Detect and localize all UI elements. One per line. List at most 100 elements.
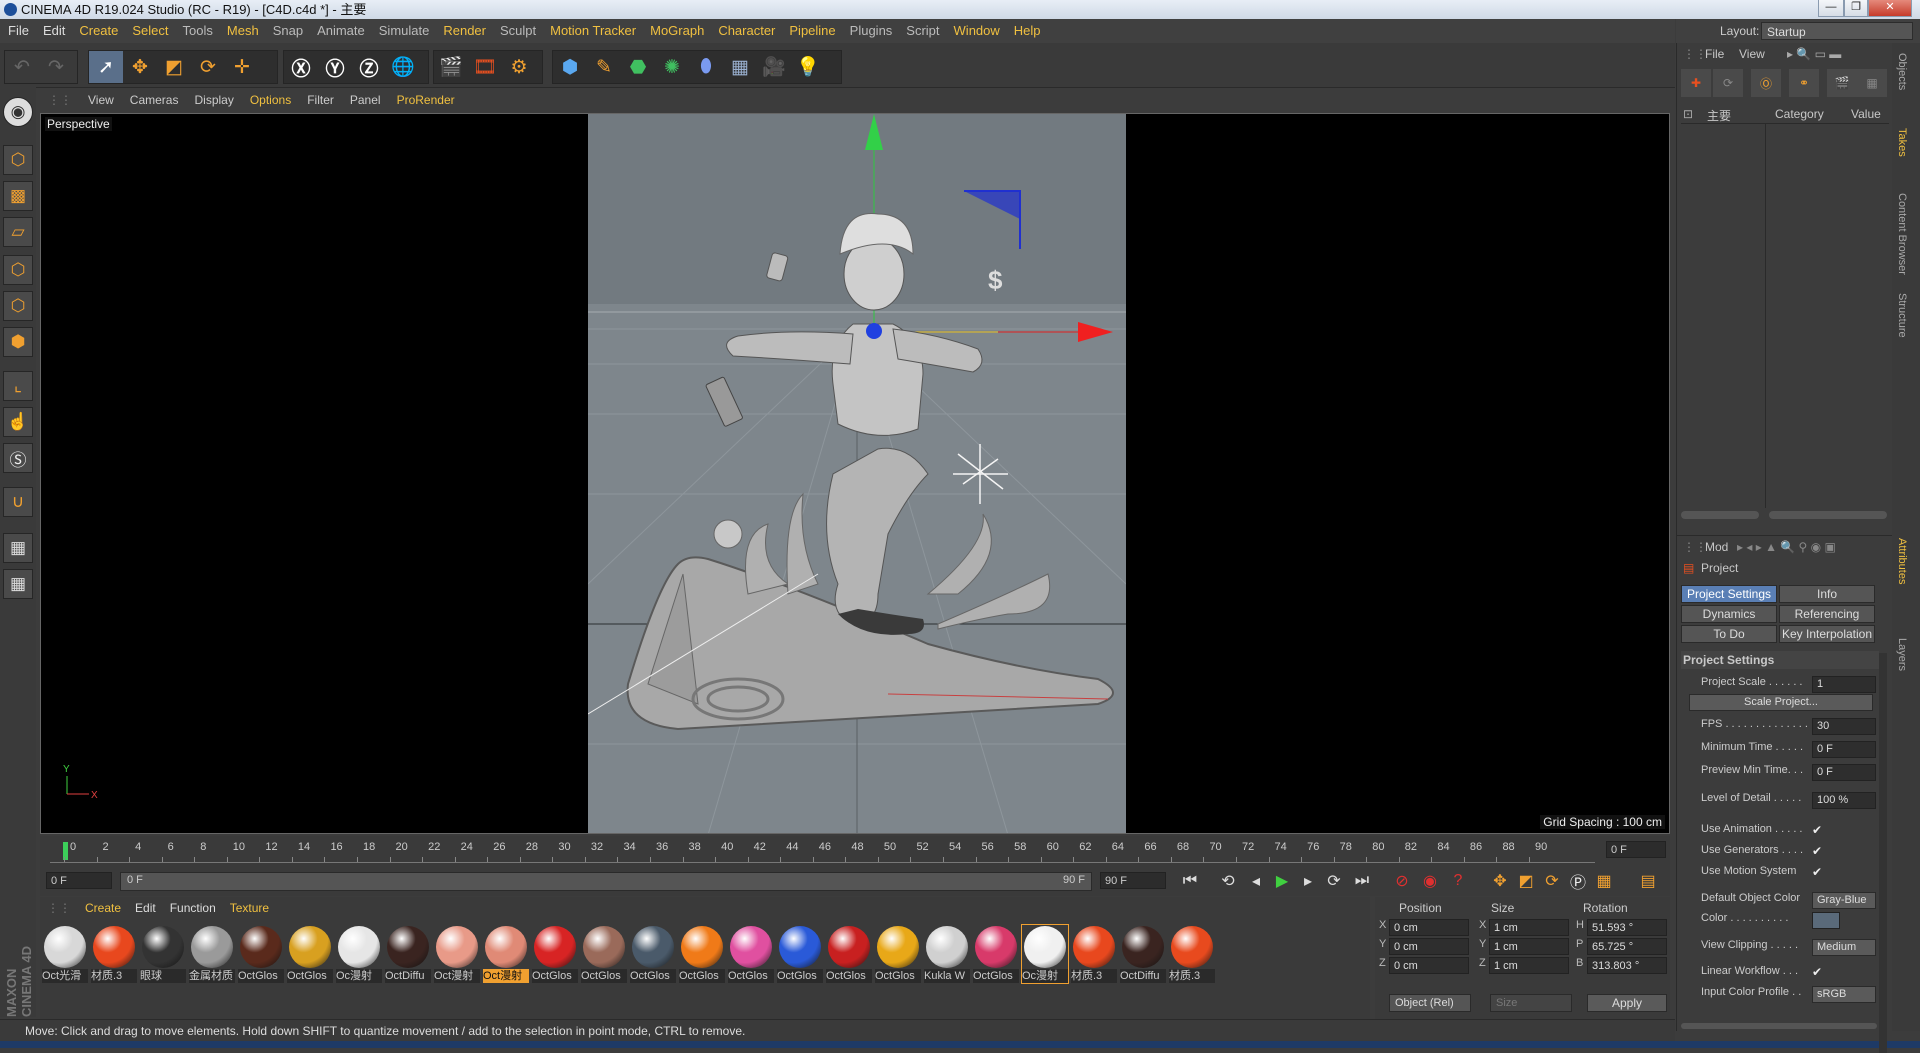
- attribute-checkbox[interactable]: ✔: [1812, 865, 1822, 879]
- material-swatch[interactable]: OctGlos: [973, 925, 1019, 983]
- menu-plugins[interactable]: Plugins: [843, 19, 900, 43]
- texture-mode-icon[interactable]: ▩: [3, 181, 33, 211]
- play-icon[interactable]: ▶: [1270, 869, 1294, 893]
- menu-character[interactable]: Character: [711, 19, 782, 43]
- deformer-icon[interactable]: ⬮: [689, 51, 723, 83]
- render-take-icon[interactable]: 🎬: [1827, 69, 1857, 97]
- auto-take-icon[interactable]: Ⓞ: [1751, 69, 1781, 97]
- next-key-icon[interactable]: ⟳: [1322, 869, 1346, 893]
- solo-icon[interactable]: Ⓢ: [3, 443, 33, 473]
- viewport-menu-display[interactable]: Display: [186, 89, 241, 111]
- previous-key-icon[interactable]: ⟲: [1216, 869, 1240, 893]
- viewport-menu-cameras[interactable]: Cameras: [122, 89, 187, 111]
- material-swatch[interactable]: OctGlos: [679, 925, 725, 983]
- material-swatch[interactable]: OctGlos: [581, 925, 627, 983]
- take-override-icon[interactable]: ⟳: [1713, 69, 1743, 97]
- menu-create[interactable]: Create: [72, 19, 125, 43]
- timeline-ruler[interactable]: 0 2 4 6 8 10 12 14 16 18 20 22 24 26 28 30 32 34 36 38 40 42 4…: [40, 836, 1670, 866]
- viewport-menu-view[interactable]: View: [80, 89, 122, 111]
- viewport-menu-options[interactable]: Options: [242, 89, 299, 111]
- side-tab-attributes[interactable]: Attributes: [1896, 538, 1908, 584]
- objects-menu-view[interactable]: View: [1739, 47, 1765, 61]
- attributes-nav-icons[interactable]: ▸ ◂ ▸ ▲ 🔍 ⚲ ◉ ▣: [1737, 540, 1836, 554]
- takes-h-scrollbar-right[interactable]: [1769, 511, 1887, 519]
- material-swatch[interactable]: OctGlos: [532, 925, 578, 983]
- viewport-menu-panel[interactable]: Panel: [342, 89, 389, 111]
- material-swatch[interactable]: OctGlos: [728, 925, 774, 983]
- render-picture-viewer-icon[interactable]: 🎞: [468, 51, 502, 83]
- attributes-h-scrollbar[interactable]: [1681, 1023, 1877, 1029]
- menu-help[interactable]: Help: [1007, 19, 1048, 43]
- current-frame-field[interactable]: 0 F: [1606, 841, 1666, 858]
- material-swatch[interactable]: OctGlos: [875, 925, 921, 983]
- tab-info[interactable]: Info: [1779, 585, 1875, 603]
- material-swatch[interactable]: 材质.3: [1169, 925, 1215, 983]
- menu-animate[interactable]: Animate: [310, 19, 372, 43]
- go-to-start-icon[interactable]: ⏮: [1178, 869, 1202, 893]
- material-swatch[interactable]: 金属材质: [189, 925, 235, 983]
- side-tab-objects[interactable]: Objects: [1896, 53, 1908, 90]
- objects-menu-file[interactable]: File: [1705, 47, 1724, 61]
- material-swatch[interactable]: Oct漫射: [483, 925, 529, 983]
- position-field-z[interactable]: 0 cm: [1389, 957, 1469, 974]
- material-swatch[interactable]: 材质.3: [91, 925, 137, 983]
- attribute-checkbox[interactable]: ✔: [1812, 844, 1822, 858]
- key-scale-icon[interactable]: ◩: [1514, 869, 1538, 893]
- material-swatch[interactable]: Oct漫射: [434, 925, 480, 983]
- menu-snap[interactable]: Snap: [266, 19, 310, 43]
- coord-mode-dropdown[interactable]: Object (Rel): [1389, 994, 1471, 1012]
- new-take-icon[interactable]: ✚: [1681, 69, 1711, 97]
- attribute-value-field[interactable]: 100 %: [1812, 792, 1876, 809]
- side-tab-structure[interactable]: Structure: [1896, 293, 1908, 338]
- floor-icon[interactable]: ▦: [723, 51, 757, 83]
- menu-pipeline[interactable]: Pipeline: [782, 19, 842, 43]
- material-swatch[interactable]: Oc漫射: [336, 925, 382, 983]
- camera-label[interactable]: Perspective: [45, 117, 112, 131]
- menu-render[interactable]: Render: [436, 19, 493, 43]
- menu-window[interactable]: Window: [947, 19, 1007, 43]
- size-field-x[interactable]: 1 cm: [1489, 919, 1569, 936]
- key-rotation-icon[interactable]: ⟳: [1540, 869, 1564, 893]
- attributes-mode-menu[interactable]: Mod: [1705, 540, 1728, 554]
- material-swatch[interactable]: OctGlos: [826, 925, 872, 983]
- move-icon[interactable]: ✥: [123, 51, 157, 83]
- attribute-checkbox[interactable]: ✔: [1812, 823, 1822, 837]
- next-frame-icon[interactable]: ▸: [1296, 869, 1320, 893]
- minimize-button[interactable]: —: [1818, 0, 1844, 17]
- coordinate-system-icon[interactable]: 🌐: [386, 51, 420, 83]
- tab-dynamics[interactable]: Dynamics: [1681, 605, 1777, 623]
- recent-tool-icon[interactable]: ✛: [225, 51, 259, 83]
- go-to-end-icon[interactable]: ⏭: [1350, 869, 1374, 893]
- takes-h-scrollbar-left[interactable]: [1681, 511, 1759, 519]
- tab-to-do[interactable]: To Do: [1681, 625, 1777, 643]
- attribute-dropdown[interactable]: Medium: [1812, 939, 1876, 956]
- previous-frame-icon[interactable]: ◂: [1244, 869, 1268, 893]
- side-tab-layers[interactable]: Layers: [1896, 638, 1908, 671]
- menu-edit[interactable]: Edit: [36, 19, 72, 43]
- timeline-scheme-icon[interactable]: ▤: [1636, 869, 1660, 893]
- material-menu-texture[interactable]: Texture: [223, 897, 276, 919]
- tweak-mode-icon[interactable]: ☝: [3, 407, 33, 437]
- material-swatch[interactable]: OctGlos: [287, 925, 333, 983]
- maximize-button[interactable]: ❐: [1844, 0, 1868, 17]
- rotation-field-b[interactable]: 313.803 °: [1587, 957, 1667, 974]
- attribute-checkbox[interactable]: ✔: [1812, 965, 1822, 979]
- lock-overrides-icon[interactable]: ⚭: [1789, 69, 1819, 97]
- material-menu-function[interactable]: Function: [163, 897, 223, 919]
- menu-script[interactable]: Script: [899, 19, 946, 43]
- edges-mode-icon[interactable]: ⬡: [3, 291, 33, 321]
- rotation-field-h[interactable]: 51.593 °: [1587, 919, 1667, 936]
- record-active-icon[interactable]: ⊘: [1390, 869, 1414, 893]
- attribute-dropdown[interactable]: sRGB: [1812, 986, 1876, 1003]
- autokey-icon[interactable]: ◉: [1418, 869, 1442, 893]
- material-swatch[interactable]: Oc漫射: [1021, 924, 1069, 984]
- redo-icon[interactable]: ↷: [39, 51, 73, 83]
- size-field-z[interactable]: 1 cm: [1489, 957, 1569, 974]
- undo-icon[interactable]: ↶: [5, 51, 39, 83]
- color-swatch[interactable]: [1812, 912, 1840, 929]
- attribute-value-field[interactable]: 0 F: [1812, 764, 1876, 781]
- key-position-icon[interactable]: ✥: [1488, 869, 1512, 893]
- take-settings-icon[interactable]: ▦: [1857, 69, 1887, 97]
- viewport-menu-filter[interactable]: Filter: [299, 89, 342, 111]
- material-swatch[interactable]: Kukla W: [924, 925, 970, 983]
